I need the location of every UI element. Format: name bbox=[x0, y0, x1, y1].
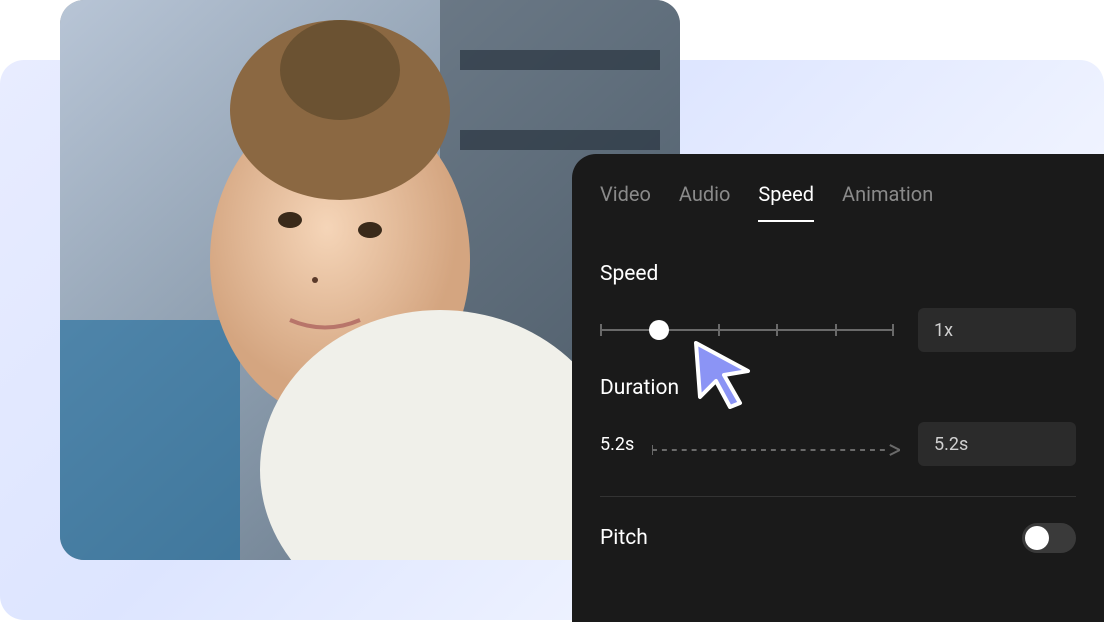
tab-audio[interactable]: Audio bbox=[679, 182, 731, 222]
duration-value-input[interactable]: 5.2s bbox=[918, 422, 1076, 466]
tab-speed[interactable]: Speed bbox=[758, 182, 814, 222]
speed-value-input[interactable]: 1x bbox=[918, 308, 1076, 352]
pitch-toggle[interactable] bbox=[1022, 523, 1076, 553]
pitch-section: Pitch bbox=[572, 497, 1104, 553]
panel-tabs: Video Audio Speed Animation bbox=[572, 182, 1104, 238]
slider-tick bbox=[892, 324, 894, 336]
toggle-knob bbox=[1025, 526, 1049, 550]
slider-tick bbox=[600, 324, 602, 336]
duration-arrow bbox=[652, 444, 900, 445]
properties-panel: Video Audio Speed Animation Speed 1x Dur… bbox=[572, 154, 1104, 622]
tab-video[interactable]: Video bbox=[600, 182, 651, 222]
tab-animation[interactable]: Animation bbox=[842, 182, 933, 222]
duration-section: Duration 5.2s 5.2s bbox=[572, 352, 1104, 466]
duration-label: Duration bbox=[600, 376, 1076, 400]
speed-section: Speed 1x bbox=[572, 238, 1104, 352]
duration-current-value: 5.2s bbox=[600, 434, 634, 455]
slider-tick bbox=[776, 324, 778, 336]
speed-slider[interactable] bbox=[600, 329, 894, 331]
speed-label: Speed bbox=[600, 262, 1076, 286]
slider-tick bbox=[718, 324, 720, 336]
speed-slider-thumb[interactable] bbox=[649, 320, 669, 340]
slider-tick bbox=[835, 324, 837, 336]
pitch-label: Pitch bbox=[600, 526, 648, 550]
